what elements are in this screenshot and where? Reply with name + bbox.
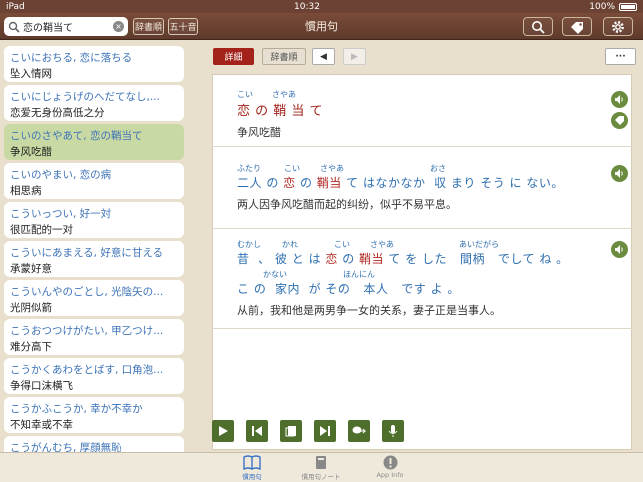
skip-back-icon [252,426,262,436]
clock: 10:32 [294,1,320,12]
settings-button[interactable] [603,17,633,36]
nav-bar: 慣用句 × 辞書順 五十音 [0,13,643,40]
list-item[interactable]: こういんやのごとし, 光陰矢の... 光阴似箭 [4,280,184,316]
gear-icon [612,20,624,33]
entry-card: こい さやあ 恋 の 鞘 当 て 争风吃醋 ふたり こい さやあ おさ 二人 の… [212,74,633,450]
list-item-selected[interactable]: こいのさやあて, 恋の鞘当て 争风吃醋 [4,124,184,160]
tab-jisho-order[interactable]: 辞書順 [262,48,306,65]
example-translation: 从前，我和他是两男争一女的关系，妻子正是当事人。 [237,304,501,317]
furigana: ふたり [237,164,261,173]
speaker-icon[interactable] [611,91,628,108]
example-entry: ふたり こい さやあ おさ 二人 の 恋 の 鞘当 て はなかなか 収 まり そ… [213,155,633,229]
document-button[interactable] [280,420,302,442]
headword-entry: こい さやあ 恋 の 鞘 当 て 争风吃醋 [213,75,633,147]
tab-detail[interactable]: 詳細 [213,48,254,65]
sort-gojuon-button[interactable]: 五十音 [168,18,198,35]
speaker-icon[interactable] [611,241,628,258]
list-item[interactable]: こいのやまい, 恋の病 相思病 [4,163,184,199]
search-field[interactable]: × [4,17,128,36]
info-icon [383,455,397,470]
next-button[interactable]: ▶ [343,48,366,65]
battery-percent: 100% [589,1,615,12]
skip-forward-button[interactable] [314,420,336,442]
list-item[interactable]: こうおつつけがたい, 甲乙つけ... 难分高下 [4,319,184,355]
detail-pane: 詳細 辞書順 ◀ ▶ ··· こい さやあ 恋 の 鞘 当 て 争风吃醋 ふたり… [186,40,643,452]
tag-icon [571,21,583,34]
furigana: むかし [237,240,261,249]
list-item[interactable]: こいにおちる, 恋に落ちる 坠入情网 [4,46,184,82]
status-bar: iPad 10:32 100% [0,0,643,13]
furigana: こい [334,240,350,249]
furigana: ほんにん [343,270,375,279]
furigana: こい [284,164,300,173]
headword-translation: 争风吃醋 [237,126,281,139]
furigana: こい [237,90,253,99]
speaker-icon[interactable] [611,165,628,182]
microphone-icon [388,425,398,437]
example-translation: 两人因争风吃醋而起的纠纷，似乎不易平息。 [237,198,457,211]
search-button[interactable] [523,17,553,36]
furigana: さやあ [320,164,344,173]
furigana: あいだがら [459,240,499,249]
example-sentence: 昔 、 彼 と は 恋 の 鞘当 て を した 間柄 でして ね 。 [237,252,569,266]
speech-icon [352,426,366,434]
microphone-button[interactable] [382,420,404,442]
tab-bar: 慣用句 慣用句ノート App Info [0,452,643,482]
search-input[interactable] [23,21,111,32]
furigana: おさ [430,164,446,173]
idiom-list[interactable]: こいにおちる, 恋に落ちる 坠入情网 こいにじょうげのへだてなし,... 恋爱无身份… [0,40,186,452]
device-label: iPad [6,1,25,12]
list-item[interactable]: こういっつい, 好一対 很匹配的一对 [4,202,184,238]
list-item[interactable]: こういにあまえる, 好意に甘える 承蒙好意 [4,241,184,277]
furigana: さやあ [272,90,296,99]
play-icon [219,426,228,436]
notebook-icon [316,456,326,469]
tag-icon[interactable] [611,112,628,129]
sort-jisho-button[interactable]: 辞書順 [133,18,164,35]
playback-toolbar [212,420,404,442]
book-icon [243,455,261,470]
list-item[interactable]: こうかくあわをとばす, 口角泡... 争得口沫横飞 [4,358,184,394]
example-sentence: 二人 の 恋 の 鞘当 て はなかなか 収 まり そう に ない。 [237,176,564,190]
list-item[interactable]: こうがんむち, 厚顔無恥 [4,436,184,452]
furigana: かない [263,270,287,279]
search-icon [532,20,545,34]
list-item[interactable]: こいにじょうげのへだてなし,... 恋爱无身份高低之分 [4,85,184,121]
furigana: さやあ [370,240,394,249]
example-sentence-line2: こ の 家内 が その 本人 です よ 。 [237,282,460,296]
more-button[interactable]: ··· [605,48,636,65]
document-icon [285,426,296,437]
example-entry: むかし かれ こい さやあ あいだがら 昔 、 彼 と は 恋 の 鞘当 て を… [213,231,633,329]
list-item[interactable]: こうかふこうか, 幸か不幸か 不知幸或不幸 [4,397,184,433]
skip-forward-icon [320,426,330,436]
furigana: かれ [282,240,298,249]
clear-icon[interactable]: × [113,21,124,32]
search-icon [8,21,20,33]
battery-icon [619,2,637,11]
tab-idioms[interactable]: 慣用句 [222,455,282,481]
speech-button[interactable] [348,420,370,442]
prev-button[interactable]: ◀ [312,48,335,65]
skip-back-button[interactable] [246,420,268,442]
tab-notebook[interactable]: 慣用句ノート [291,455,351,481]
headword-text: 恋 の 鞘 当 て [237,104,324,119]
play-button[interactable] [212,420,234,442]
tag-button[interactable] [562,17,592,36]
tab-app-info[interactable]: App Info [360,455,420,479]
